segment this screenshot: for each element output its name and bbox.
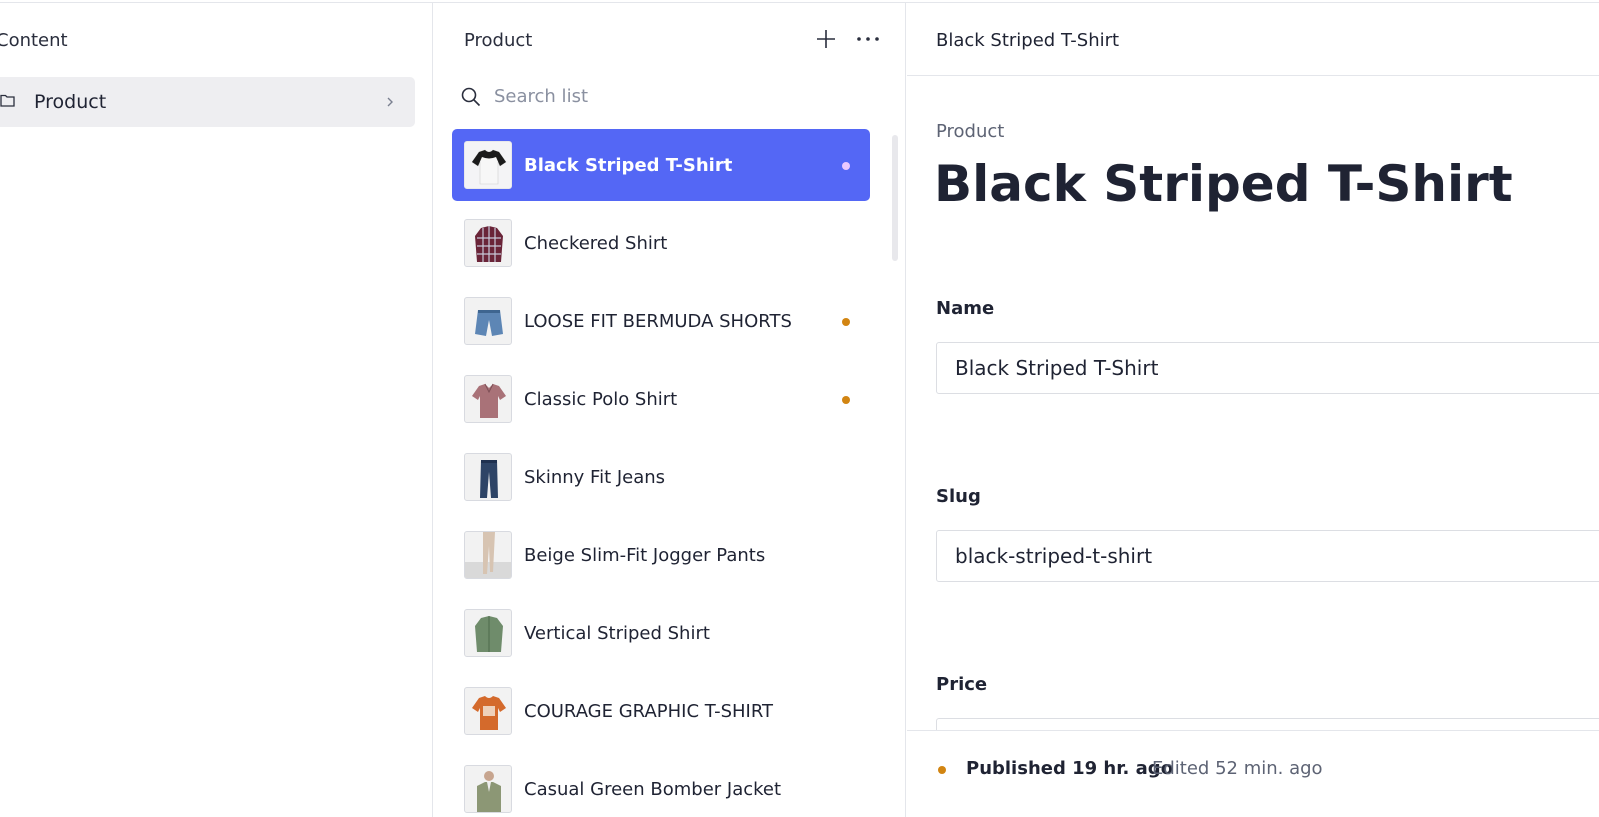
list-item-name: Checkered Shirt bbox=[524, 233, 668, 254]
published-status: Published 19 hr. ago bbox=[966, 758, 1174, 779]
list-item[interactable]: Casual Green Bomber Jacket bbox=[452, 753, 870, 817]
tshirt-image bbox=[471, 149, 507, 185]
document-type-label: Product bbox=[936, 121, 1005, 142]
jogger-pants-image bbox=[465, 532, 511, 578]
status-dot bbox=[938, 766, 946, 774]
product-thumbnail bbox=[464, 141, 512, 189]
list-item-name: Casual Green Bomber Jacket bbox=[524, 779, 782, 800]
product-thumbnail bbox=[464, 453, 512, 501]
list-item-name: COURAGE GRAPHIC T-SHIRT bbox=[524, 701, 774, 722]
bomber-jacket-image bbox=[477, 771, 501, 812]
list-pane-title: Product bbox=[464, 30, 533, 51]
list-item-name: Classic Polo Shirt bbox=[524, 389, 678, 410]
search-input[interactable] bbox=[494, 81, 874, 111]
folder-icon bbox=[0, 94, 15, 107]
list-scrollbar[interactable] bbox=[892, 135, 898, 261]
list-item[interactable]: Checkered Shirt bbox=[452, 207, 870, 279]
list-item[interactable]: Black Striped T-Shirt bbox=[452, 129, 870, 201]
list-item[interactable]: LOOSE FIT BERMUDA SHORTS bbox=[452, 285, 870, 357]
list-item-name: Skinny Fit Jeans bbox=[524, 467, 666, 488]
search-bar bbox=[458, 79, 878, 113]
status-dot bbox=[842, 162, 850, 170]
document-header: Black Striped T-Shirt bbox=[907, 3, 1599, 76]
graphic-tshirt-image bbox=[472, 696, 506, 730]
product-thumbnail bbox=[464, 609, 512, 657]
shorts-image bbox=[475, 310, 503, 336]
price-field-label: Price bbox=[936, 674, 988, 695]
more-options-button[interactable] bbox=[854, 27, 882, 51]
document-status-bar: Published 19 hr. ago Edited 52 min. ago bbox=[907, 730, 1599, 817]
name-field[interactable] bbox=[936, 342, 1599, 394]
list-item-name: Vertical Striped Shirt bbox=[524, 623, 710, 644]
list-item-name: Black Striped T-Shirt bbox=[524, 155, 733, 176]
product-thumbnail bbox=[464, 531, 512, 579]
slug-field[interactable] bbox=[936, 530, 1599, 582]
list-item[interactable]: Skinny Fit Jeans bbox=[452, 441, 870, 513]
shirt-image bbox=[475, 226, 503, 262]
document-pane: Black Striped T-Shirt Product Black Stri… bbox=[907, 3, 1599, 817]
product-thumbnail bbox=[464, 297, 512, 345]
list-item[interactable]: Beige Slim-Fit Jogger Pants bbox=[452, 519, 870, 591]
search-icon bbox=[461, 87, 481, 107]
jeans-image bbox=[480, 460, 498, 498]
product-thumbnail bbox=[464, 765, 512, 813]
product-thumbnail bbox=[464, 375, 512, 423]
product-list-pane: Product Black Striped T-Shirt bbox=[434, 3, 906, 817]
status-dot bbox=[842, 318, 850, 326]
name-field-label: Name bbox=[936, 298, 995, 319]
content-pane-title: Content bbox=[0, 30, 68, 51]
status-dot bbox=[842, 396, 850, 404]
striped-shirt-image bbox=[475, 616, 503, 652]
product-thumbnail bbox=[464, 219, 512, 267]
nav-item-product[interactable]: Product bbox=[0, 77, 415, 127]
document-header-title: Black Striped T-Shirt bbox=[936, 30, 1120, 51]
document-title: Black Striped T-Shirt bbox=[934, 155, 1513, 213]
slug-field-label: Slug bbox=[936, 486, 981, 507]
nav-item-label: Product bbox=[34, 91, 107, 113]
edited-status: Edited 52 min. ago bbox=[1152, 758, 1323, 779]
list-item-name: Beige Slim-Fit Jogger Pants bbox=[524, 545, 766, 566]
product-thumbnail bbox=[464, 687, 512, 735]
list-item[interactable]: COURAGE GRAPHIC T-SHIRT bbox=[452, 675, 870, 747]
list-item-name: LOOSE FIT BERMUDA SHORTS bbox=[524, 311, 792, 332]
list-item[interactable]: Classic Polo Shirt bbox=[452, 363, 870, 435]
chevron-right-icon bbox=[387, 97, 393, 107]
list-item[interactable]: Vertical Striped Shirt bbox=[452, 597, 870, 669]
add-document-button[interactable] bbox=[814, 27, 838, 51]
content-pane: Content Product bbox=[0, 3, 433, 817]
polo-image bbox=[472, 383, 506, 418]
